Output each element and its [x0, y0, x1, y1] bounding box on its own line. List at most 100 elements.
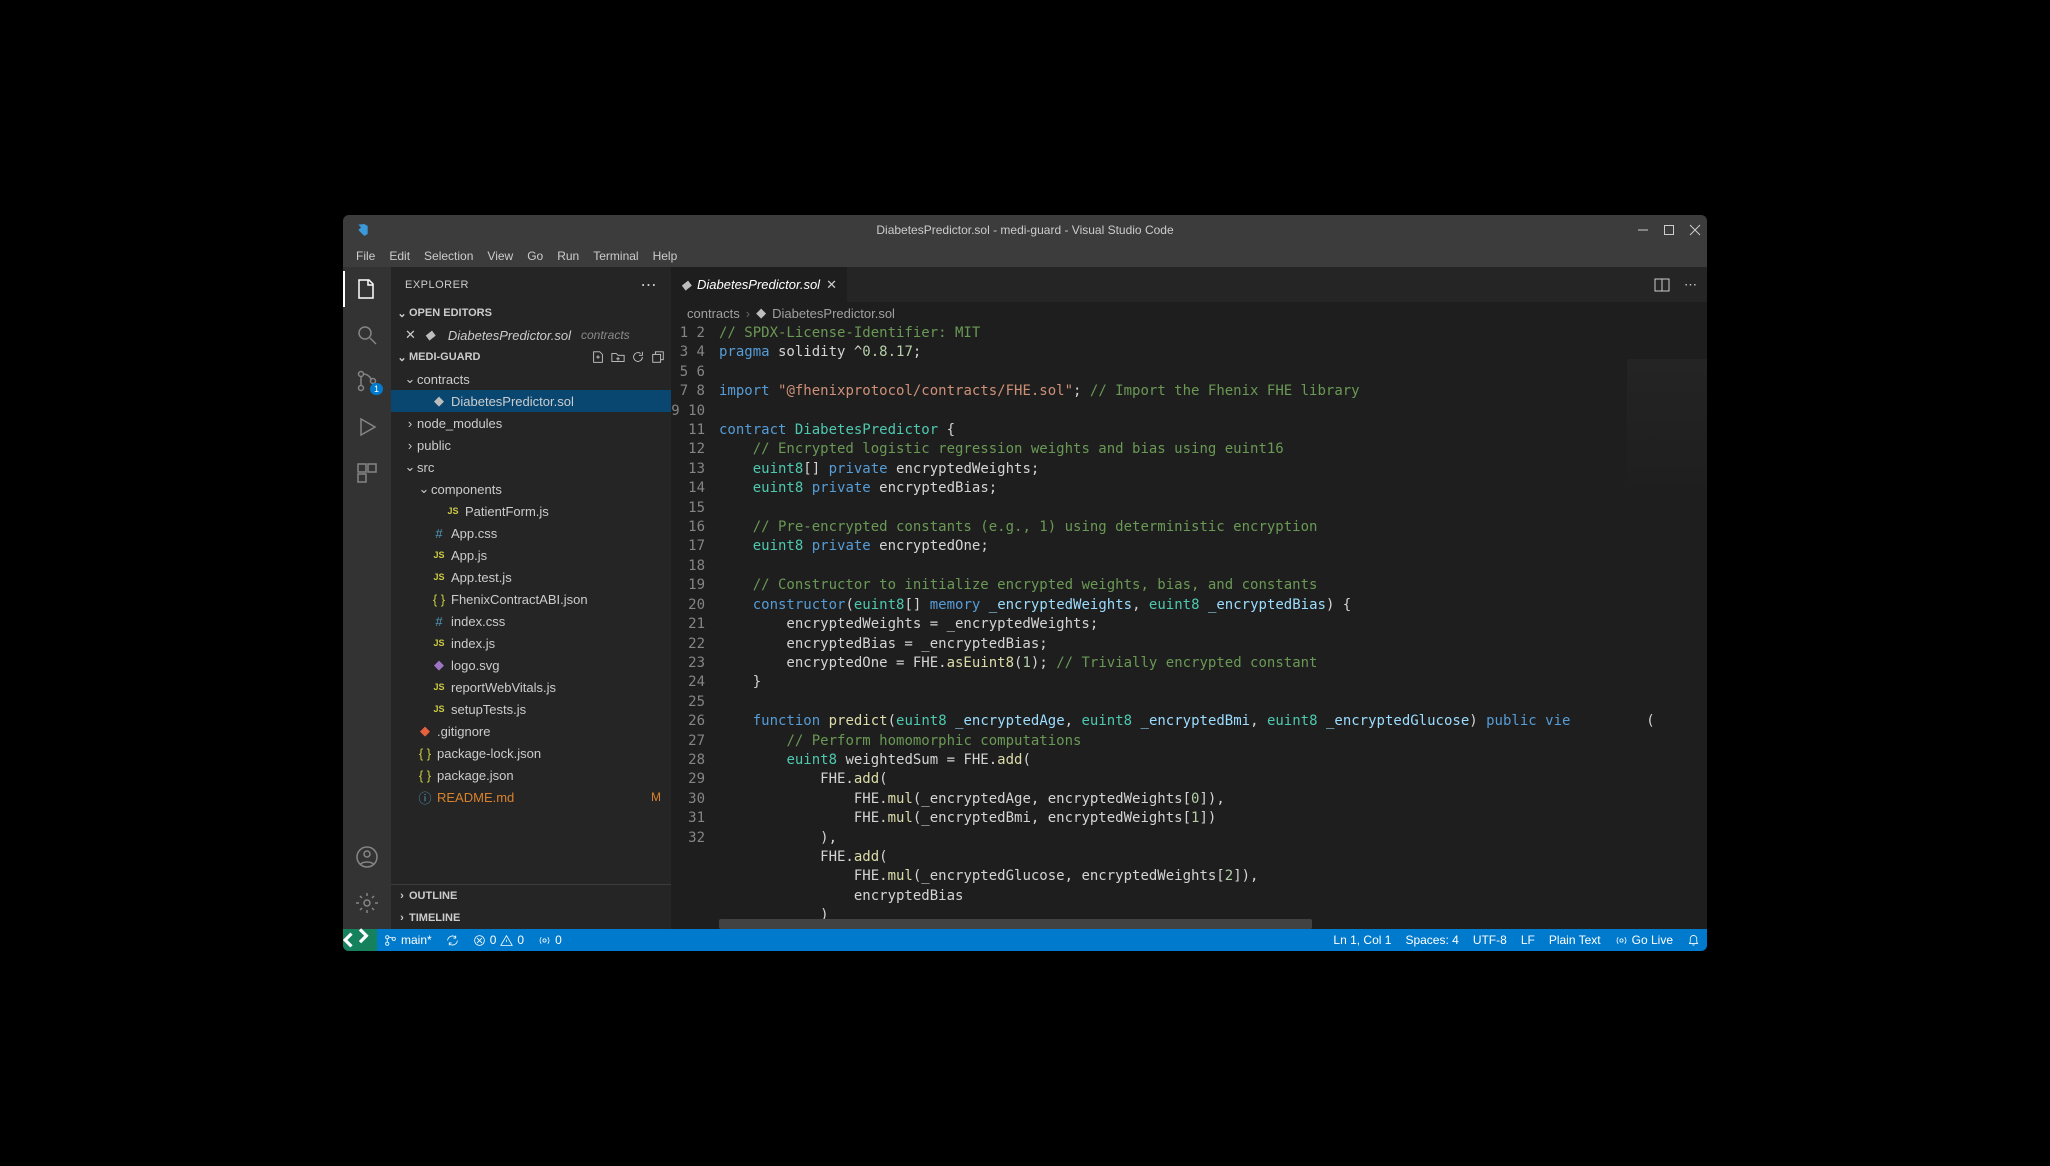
activity-account-icon[interactable] — [355, 845, 379, 869]
solidity-file-icon: ◆ — [681, 277, 691, 293]
file-item[interactable]: ◆.gitignore — [391, 720, 671, 742]
outline-header[interactable]: › OUTLINE — [391, 885, 671, 907]
editor-area: ◆ DiabetesPredictor.sol ✕ ⋯ contracts › … — [671, 267, 1707, 929]
menu-go[interactable]: Go — [520, 247, 550, 265]
new-folder-icon[interactable] — [611, 350, 625, 364]
outline-label: OUTLINE — [409, 890, 457, 902]
new-file-icon[interactable] — [591, 350, 605, 364]
collapse-all-icon[interactable] — [651, 350, 665, 364]
scm-badge: 1 — [370, 383, 383, 395]
solidity-file-icon: ◆ — [756, 305, 766, 321]
status-branch[interactable]: main* — [377, 929, 439, 951]
chrome-minimize-icon[interactable] — [1637, 224, 1649, 236]
json-file-icon: { } — [417, 746, 433, 761]
open-editors-header[interactable]: ⌄ OPEN EDITORS — [391, 302, 671, 324]
tree-item-label: contracts — [417, 372, 470, 387]
chevron-down-icon: ⌄ — [395, 307, 409, 320]
code-content[interactable]: // SPDX-License-Identifier: MIT pragma s… — [719, 324, 1707, 929]
hash-file-icon: # — [431, 526, 447, 541]
status-encoding[interactable]: UTF-8 — [1466, 933, 1514, 947]
status-problems[interactable]: 0 0 — [466, 929, 531, 951]
file-item[interactable]: { }package-lock.json — [391, 742, 671, 764]
status-sync[interactable] — [439, 929, 466, 951]
code-editor[interactable]: 1 2 3 4 5 6 7 8 9 10 11 12 13 14 15 16 1… — [671, 324, 1707, 929]
window-controls — [1637, 224, 1701, 236]
warning-icon — [500, 934, 513, 947]
status-language[interactable]: Plain Text — [1542, 933, 1608, 947]
editor-more-icon[interactable]: ⋯ — [1684, 277, 1697, 293]
folder-item[interactable]: ⌄contracts — [391, 368, 671, 390]
menu-view[interactable]: View — [480, 247, 520, 265]
close-editor-icon[interactable]: ✕ — [405, 327, 416, 343]
tree-item-label: reportWebVitals.js — [451, 680, 556, 695]
file-item[interactable]: JSApp.js — [391, 544, 671, 566]
menu-selection[interactable]: Selection — [417, 247, 480, 265]
chrome-restore-icon[interactable] — [1663, 224, 1675, 236]
file-item[interactable]: #App.css — [391, 522, 671, 544]
folder-item[interactable]: ›node_modules — [391, 412, 671, 434]
broadcast-icon — [538, 934, 551, 947]
minimap[interactable] — [1627, 359, 1707, 499]
timeline-header[interactable]: › TIMELINE — [391, 907, 671, 929]
folder-item[interactable]: ⌄src — [391, 456, 671, 478]
tab-title: DiabetesPredictor.sol — [697, 277, 820, 292]
menu-edit[interactable]: Edit — [382, 247, 417, 265]
editor-tab[interactable]: ◆ DiabetesPredictor.sol ✕ — [671, 267, 848, 302]
remote-indicator[interactable] — [343, 929, 377, 951]
file-item[interactable]: { }package.json — [391, 764, 671, 786]
status-eol[interactable]: LF — [1514, 933, 1542, 947]
status-cursor[interactable]: Ln 1, Col 1 — [1326, 933, 1398, 947]
js-file-icon: JS — [431, 550, 447, 560]
open-editor-item[interactable]: ✕ ◆ DiabetesPredictor.sol contracts — [391, 324, 671, 346]
tree-item-label: components — [431, 482, 502, 497]
project-header[interactable]: ⌄ MEDI-GUARD — [391, 346, 671, 368]
vscode-window: DiabetesPredictor.sol - medi-guard - Vis… — [343, 215, 1707, 951]
sidebar-more-icon[interactable]: ⋯ — [641, 275, 658, 295]
tab-close-icon[interactable]: ✕ — [826, 277, 837, 293]
file-item[interactable]: ◆DiabetesPredictor.sol — [391, 390, 671, 412]
status-indent[interactable]: Spaces: 4 — [1398, 933, 1465, 947]
chevron-right-icon: › — [395, 890, 409, 902]
refresh-icon[interactable] — [631, 350, 645, 364]
menu-terminal[interactable]: Terminal — [586, 247, 645, 265]
svg-file-icon: ◆ — [431, 657, 447, 673]
status-notifications[interactable] — [1680, 933, 1707, 946]
file-item[interactable]: ◆logo.svg — [391, 654, 671, 676]
menu-help[interactable]: Help — [646, 247, 685, 265]
folder-item[interactable]: ⌄components — [391, 478, 671, 500]
activity-explorer-icon[interactable] — [355, 277, 379, 301]
file-item[interactable]: #index.css — [391, 610, 671, 632]
split-editor-icon[interactable] — [1654, 277, 1670, 293]
breadcrumb-file[interactable]: DiabetesPredictor.sol — [772, 306, 895, 321]
file-item[interactable]: { }FhenixContractABI.json — [391, 588, 671, 610]
chrome-close-icon[interactable] — [1689, 224, 1701, 236]
file-item[interactable]: JSPatientForm.js — [391, 500, 671, 522]
horizontal-scrollbar[interactable] — [719, 919, 1707, 929]
activity-bar: 1 — [343, 267, 391, 929]
activity-debug-icon[interactable] — [355, 415, 379, 439]
project-name: MEDI-GUARD — [409, 351, 481, 363]
git-branch-icon — [384, 934, 397, 947]
remote-icon — [343, 923, 377, 951]
folder-item[interactable]: ›public — [391, 434, 671, 456]
file-item[interactable]: JSreportWebVitals.js — [391, 676, 671, 698]
activity-scm-icon[interactable]: 1 — [355, 369, 379, 393]
breadcrumb[interactable]: contracts › ◆ DiabetesPredictor.sol — [671, 302, 1707, 324]
menu-file[interactable]: File — [349, 247, 382, 265]
file-item[interactable]: JSApp.test.js — [391, 566, 671, 588]
file-item[interactable]: JSindex.js — [391, 632, 671, 654]
js-file-icon: JS — [431, 638, 447, 648]
hash-file-icon: # — [431, 614, 447, 629]
activity-settings-icon[interactable] — [355, 891, 379, 915]
sidebar-header: EXPLORER ⋯ — [391, 267, 671, 302]
breadcrumb-folder[interactable]: contracts — [687, 306, 740, 321]
status-golive[interactable]: Go Live — [1608, 933, 1680, 947]
status-ports[interactable]: 0 — [531, 929, 569, 951]
activity-extensions-icon[interactable] — [355, 461, 379, 485]
file-item[interactable]: ⓘREADME.mdM — [391, 786, 671, 808]
file-item[interactable]: JSsetupTests.js — [391, 698, 671, 720]
tree-item-label: App.test.js — [451, 570, 512, 585]
git-file-icon: ◆ — [417, 723, 433, 739]
menu-run[interactable]: Run — [550, 247, 586, 265]
activity-search-icon[interactable] — [355, 323, 379, 347]
